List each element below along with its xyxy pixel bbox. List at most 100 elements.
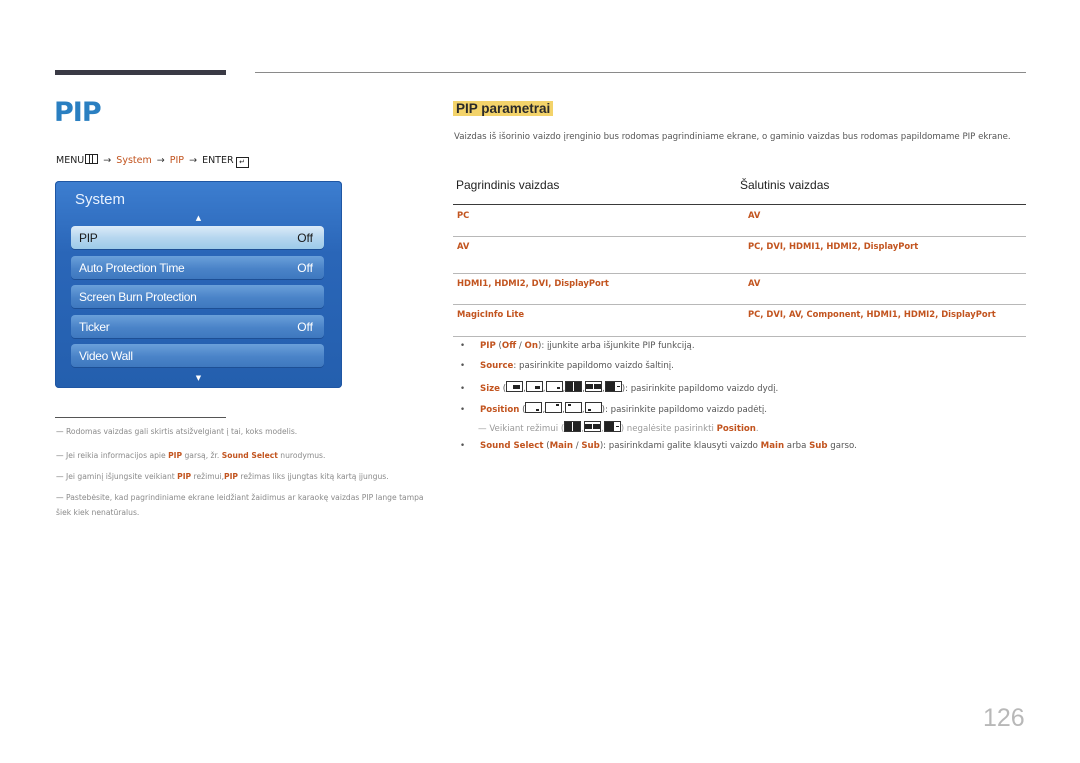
- osd-title: System: [75, 191, 126, 208]
- note-dash: —: [56, 493, 64, 502]
- term: Sound Select: [480, 441, 544, 451]
- term: Main: [760, 441, 785, 451]
- term: Position: [480, 405, 520, 415]
- osd-system-menu: System ▲ PIP Off Auto Protection Time Of…: [55, 181, 342, 388]
- position-bottom-right-icon: [525, 402, 543, 413]
- bullet-dot: •: [460, 341, 466, 351]
- position-top-left-icon: [564, 402, 582, 413]
- bullet-dot: •: [460, 361, 466, 371]
- footnote-divider: [55, 417, 226, 418]
- term: Position: [716, 424, 756, 434]
- menu-path-enter: ENTER: [202, 155, 234, 166]
- note-dash: —: [56, 451, 64, 460]
- table-cell-main: AV: [457, 241, 470, 251]
- term: On: [524, 341, 538, 351]
- section-intro: Vaizdas iš išorinio vaizdo įrenginio bus…: [454, 132, 1011, 142]
- page-number: 126: [983, 704, 1025, 732]
- osd-item-pip[interactable]: PIP Off: [71, 226, 324, 249]
- bullet-dot: •: [460, 441, 466, 451]
- term: Sub: [581, 441, 600, 451]
- bullet-sound-select: • Sound Select (Main / Sub): pasirinkdami…: [460, 441, 857, 451]
- enter-icon: ↵: [235, 157, 249, 168]
- text: garsą, žr.: [182, 451, 222, 460]
- osd-item-ticker[interactable]: Ticker Off: [71, 315, 324, 338]
- term: Source: [480, 361, 514, 371]
- footnote: — Rodomas vaizdas gali skirtis atsižvelgi…: [56, 424, 426, 439]
- position-note: — Veikiant režimui (,,) negalėsite pasir…: [478, 421, 759, 434]
- footnote: — Jei reikia informacijos apie PIP garsą,…: [56, 448, 426, 463]
- footnote: — Jei gaminį išjungsite veikiant PIP reži…: [56, 469, 426, 484]
- header-rule-thin: [255, 72, 1026, 73]
- menu-path-menu: MENU: [56, 155, 85, 166]
- term: Size: [480, 384, 500, 394]
- osd-item-label: Screen Burn Protection: [79, 290, 197, 304]
- osd-item-label: Ticker: [79, 320, 110, 334]
- menu-path: MENU → System → PIP → ENTER ↵: [56, 154, 249, 168]
- text: Jei reikia informacijos apie: [66, 451, 169, 460]
- text: režimui,: [191, 472, 224, 481]
- text: ) negalėsite pasirinkti: [620, 424, 717, 434]
- table-row-divider: [453, 236, 1026, 237]
- osd-item-label: PIP: [79, 231, 98, 245]
- bullet-source: • Source: pasirinkite papildomo vaizdo ša…: [460, 361, 674, 371]
- text: Pastebėsite, kad pagrindiniame ekrane le…: [56, 493, 424, 517]
- text: garso.: [827, 441, 857, 451]
- note-dash: —: [56, 472, 64, 481]
- text: nurodymus.: [277, 451, 326, 460]
- size-large-icon: [506, 381, 524, 392]
- osd-item-screen-burn-protection[interactable]: Screen Burn Protection: [71, 285, 324, 308]
- bullet-pip: • PIP (Off / On): įjunkite arba išjunkite…: [460, 341, 695, 351]
- term: PIP: [168, 451, 183, 460]
- text: režimas liks įjungtas kitą kartą įjungus…: [237, 472, 389, 481]
- osd-item-value: Off: [297, 261, 313, 275]
- text: : pasirinkdami galite klausyti vaizdo: [603, 441, 761, 451]
- scroll-up-icon[interactable]: ▲: [55, 214, 342, 222]
- page-title: PIP: [54, 97, 102, 128]
- bullet-position: • Position (,,,): pasirinkite papildomo v…: [460, 402, 767, 415]
- table-row-divider: [453, 336, 1026, 337]
- text: Rodomas vaizdas gali skirtis atsižvelgia…: [66, 427, 298, 436]
- size-split-wide-icon: [585, 381, 602, 392]
- table-header-main: Pagrindinis vaizdas: [456, 178, 560, 192]
- term: Sub: [809, 441, 828, 451]
- term: PIP: [224, 472, 238, 481]
- text: .: [755, 424, 759, 434]
- osd-item-label: Auto Protection Time: [79, 261, 185, 275]
- arrow: →: [103, 155, 112, 166]
- term: PIP: [480, 341, 496, 351]
- bullet-dot: •: [460, 405, 466, 415]
- table-cell-sub: PC, DVI, HDMI1, HDMI2, DisplayPort: [748, 241, 919, 251]
- table-row-divider: [453, 273, 1026, 274]
- osd-item-auto-protection-time[interactable]: Auto Protection Time Off: [71, 256, 324, 279]
- header-rule-thick: [55, 70, 226, 75]
- text: : pasirinkite papildomo vaizdo šaltinį.: [513, 361, 674, 371]
- osd-item-video-wall[interactable]: Video Wall: [71, 344, 324, 367]
- table-row-divider: [453, 304, 1026, 305]
- term: Main: [549, 441, 573, 451]
- note-dash: —: [478, 424, 487, 434]
- menu-icon: [85, 154, 99, 164]
- size-split-main-icon: [604, 381, 622, 392]
- table-cell-sub: AV: [748, 278, 761, 288]
- size-small-icon: [545, 381, 563, 392]
- table-cell-sub: AV: [748, 210, 761, 220]
- text: /: [516, 341, 525, 351]
- table-header-divider: [453, 204, 1026, 205]
- size-split-wide-icon: [583, 421, 601, 432]
- position-top-right-icon: [545, 402, 563, 413]
- size-split-equal-icon: [564, 421, 582, 432]
- osd-item-label: Video Wall: [79, 349, 133, 363]
- arrow: →: [156, 155, 165, 166]
- text: Veikiant režimui (: [486, 424, 565, 434]
- bullet-dot: •: [460, 384, 466, 394]
- term: PIP: [177, 472, 192, 481]
- text: : pasirinkite papildomo vaizdo dydį.: [625, 384, 779, 394]
- note-dash: —: [56, 427, 64, 436]
- table-header-sub: Šalutinis vaizdas: [740, 178, 830, 192]
- bullet-size: • Size (,,,,,): pasirinkite papildomo vai…: [460, 381, 778, 394]
- footnote: — Pastebėsite, kad pagrindiniame ekrane l…: [56, 490, 426, 520]
- scroll-down-icon[interactable]: ▼: [55, 374, 342, 382]
- term: Off: [501, 341, 517, 351]
- size-split-main-icon: [603, 421, 621, 432]
- osd-item-value: Off: [297, 320, 313, 334]
